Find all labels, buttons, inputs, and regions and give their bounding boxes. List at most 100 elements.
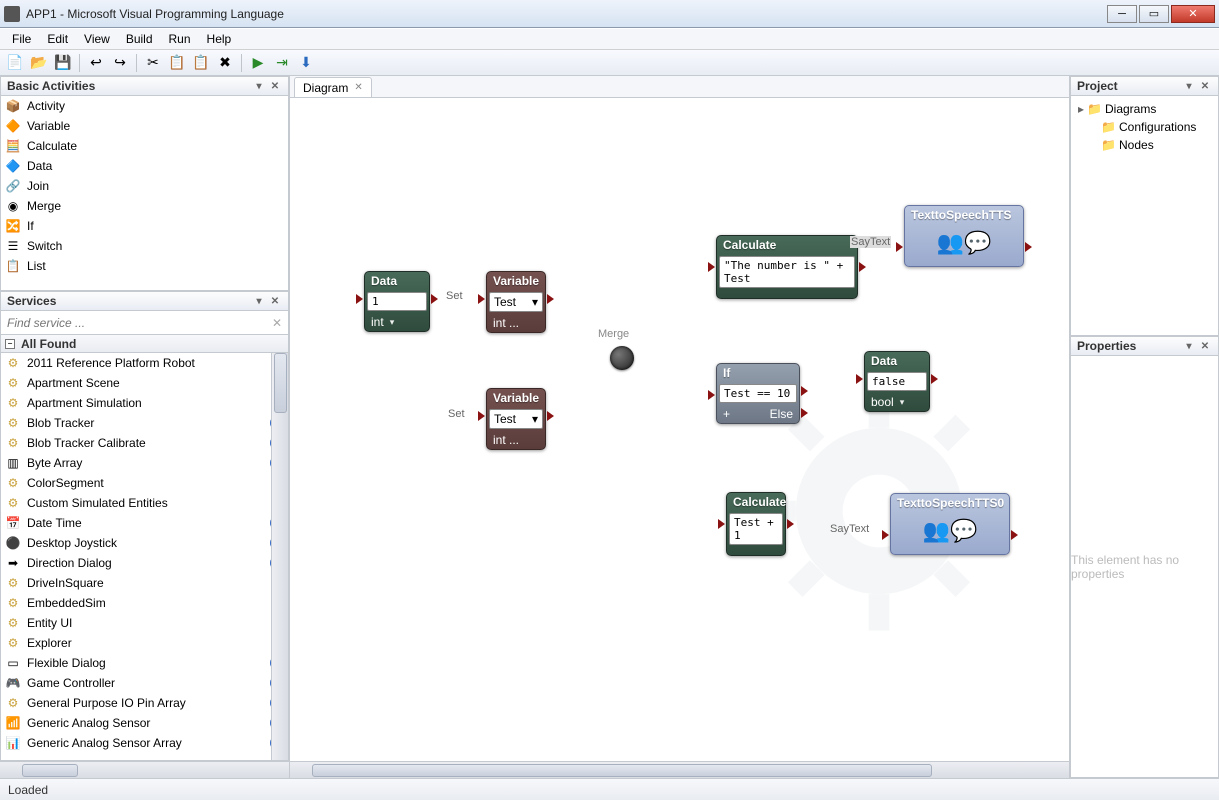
menu-run[interactable]: Run — [161, 30, 199, 48]
node-merge[interactable] — [610, 346, 634, 370]
services-search-input[interactable] — [7, 316, 272, 330]
panel-dropdown-icon[interactable]: ▾ — [1182, 339, 1196, 353]
services-list[interactable]: ⚙2011 Reference Platform Robot⚙Apartment… — [0, 353, 289, 761]
node-data-2[interactable]: Data false bool▾ — [864, 351, 930, 412]
service-item[interactable]: ▥Byte Arrayi — [1, 453, 288, 473]
minimize-button[interactable]: ─ — [1107, 5, 1137, 23]
activity-item[interactable]: ☰Switch — [1, 236, 288, 256]
service-item[interactable]: ⚙Apartment Scene — [1, 373, 288, 393]
save-icon[interactable]: 💾 — [52, 52, 74, 74]
cut-icon[interactable]: ✂ — [142, 52, 164, 74]
node-tts-2[interactable]: TexttoSpeechTTS0 👥💬 — [890, 493, 1010, 555]
activities-list[interactable]: 📦Activity🔶Variable🧮Calculate🔷Data🔗Join◉M… — [0, 96, 289, 291]
services-scrollbar[interactable] — [271, 353, 288, 760]
port-out-icon[interactable] — [1025, 242, 1032, 252]
service-item[interactable]: 📅Date Timei — [1, 513, 288, 533]
menu-file[interactable]: File — [4, 30, 39, 48]
panel-close-icon[interactable]: ✕ — [1198, 79, 1212, 93]
port-in-icon[interactable] — [882, 530, 889, 540]
port-in-icon[interactable] — [708, 262, 715, 272]
port-out-icon[interactable] — [547, 294, 554, 304]
service-item[interactable]: ⚙ColorSegment — [1, 473, 288, 493]
tree-expander-icon[interactable]: ▸ — [1075, 102, 1087, 116]
close-button[interactable]: ✕ — [1171, 5, 1215, 23]
port-in-icon[interactable] — [718, 519, 725, 529]
redo-icon[interactable]: ↪ — [109, 52, 131, 74]
service-item[interactable]: 📊Generic Analog Sensor Arrayi — [1, 733, 288, 753]
left-hscroll[interactable] — [0, 761, 289, 778]
service-item[interactable]: 📶Generic Analog Sensori — [1, 713, 288, 733]
collapse-box-icon[interactable]: − — [5, 339, 15, 349]
port-in-icon[interactable] — [356, 294, 363, 304]
debug-icon[interactable]: ⬇ — [295, 52, 317, 74]
activity-item[interactable]: 📦Activity — [1, 96, 288, 116]
new-icon[interactable]: 📄 — [4, 52, 26, 74]
node-expr[interactable]: Test + 1 — [729, 513, 783, 545]
services-all-found[interactable]: − All Found — [0, 335, 289, 353]
node-variable-1[interactable]: Variable Test▾ int ... — [486, 271, 546, 333]
node-value[interactable]: false — [867, 372, 927, 391]
tab-diagram[interactable]: Diagram ✕ — [294, 77, 372, 97]
service-item[interactable]: ⚙EmbeddedSim — [1, 593, 288, 613]
menu-view[interactable]: View — [76, 30, 118, 48]
service-item[interactable]: ⚙Blob Trackeri — [1, 413, 288, 433]
node-value[interactable]: 1 — [367, 292, 427, 311]
port-out-true-icon[interactable] — [801, 386, 808, 396]
service-item[interactable]: ⚙Apartment Simulation — [1, 393, 288, 413]
activity-item[interactable]: 🔶Variable — [1, 116, 288, 136]
maximize-button[interactable]: ▭ — [1139, 5, 1169, 23]
service-item[interactable]: ⚙Custom Simulated Entities — [1, 493, 288, 513]
port-in-icon[interactable] — [708, 390, 715, 400]
panel-close-icon[interactable]: ✕ — [268, 294, 282, 308]
node-value[interactable]: Test▾ — [489, 409, 543, 429]
activity-item[interactable]: 🧮Calculate — [1, 136, 288, 156]
run-icon[interactable]: ▶ — [247, 52, 269, 74]
node-tts-1[interactable]: TexttoSpeechTTS 👥💬 — [904, 205, 1024, 267]
service-item[interactable]: ⚙2011 Reference Platform Robot — [1, 353, 288, 373]
step-icon[interactable]: ⇥ — [271, 52, 293, 74]
service-item[interactable]: ⚫Desktop Joysticki — [1, 533, 288, 553]
panel-close-icon[interactable]: ✕ — [268, 79, 282, 93]
node-data-1[interactable]: Data 1 int▾ — [364, 271, 430, 332]
port-out-icon[interactable] — [931, 374, 938, 384]
open-icon[interactable]: 📂 — [28, 52, 50, 74]
activity-item[interactable]: 🔗Join — [1, 176, 288, 196]
service-item[interactable]: 🎮Game Controlleri — [1, 673, 288, 693]
activity-item[interactable]: 🔀If — [1, 216, 288, 236]
port-out-icon[interactable] — [787, 519, 794, 529]
node-value[interactable]: Test▾ — [489, 292, 543, 312]
project-tree[interactable]: ▸📁Diagrams📁Configurations📁Nodes — [1070, 96, 1219, 336]
copy-icon[interactable]: 📋 — [166, 52, 188, 74]
menu-edit[interactable]: Edit — [39, 30, 76, 48]
port-in-icon[interactable] — [896, 242, 903, 252]
panel-dropdown-icon[interactable]: ▾ — [1182, 79, 1196, 93]
tree-item[interactable]: 📁Configurations — [1075, 118, 1214, 136]
tree-item[interactable]: ▸📁Diagrams — [1075, 100, 1214, 118]
port-out-icon[interactable] — [859, 262, 866, 272]
activity-item[interactable]: ◉Merge — [1, 196, 288, 216]
tab-close-icon[interactable]: ✕ — [354, 82, 362, 93]
node-expr[interactable]: "The number is " + Test — [719, 256, 855, 288]
port-in-icon[interactable] — [478, 294, 485, 304]
node-cond[interactable]: Test == 10 — [719, 384, 797, 403]
activity-item[interactable]: 🔷Data — [1, 156, 288, 176]
panel-dropdown-icon[interactable]: ▾ — [252, 294, 266, 308]
service-item[interactable]: ⚙Blob Tracker Calibratei — [1, 433, 288, 453]
diagram-canvas[interactable]: Data 1 int▾ Set Variable Test▾ int ... S — [290, 98, 1069, 761]
undo-icon[interactable]: ↩ — [85, 52, 107, 74]
service-item[interactable]: ⚙Explorer — [1, 633, 288, 653]
node-calculate-1[interactable]: Calculate "The number is " + Test — [716, 235, 858, 299]
service-item[interactable]: ⚙Entity UI — [1, 613, 288, 633]
port-in-icon[interactable] — [478, 411, 485, 421]
node-calculate-2[interactable]: Calculate Test + 1 — [726, 492, 786, 556]
port-out-else-icon[interactable] — [801, 408, 808, 418]
paste-icon[interactable]: 📋 — [190, 52, 212, 74]
service-item[interactable]: ⚙DriveInSquare — [1, 573, 288, 593]
port-out-icon[interactable] — [1011, 530, 1018, 540]
node-variable-2[interactable]: Variable Test▾ int ... — [486, 388, 546, 450]
service-item[interactable]: ▭Flexible Dialogi — [1, 653, 288, 673]
tree-item[interactable]: 📁Nodes — [1075, 136, 1214, 154]
panel-dropdown-icon[interactable]: ▾ — [252, 79, 266, 93]
menu-build[interactable]: Build — [118, 30, 161, 48]
activity-item[interactable]: 📋List — [1, 256, 288, 276]
